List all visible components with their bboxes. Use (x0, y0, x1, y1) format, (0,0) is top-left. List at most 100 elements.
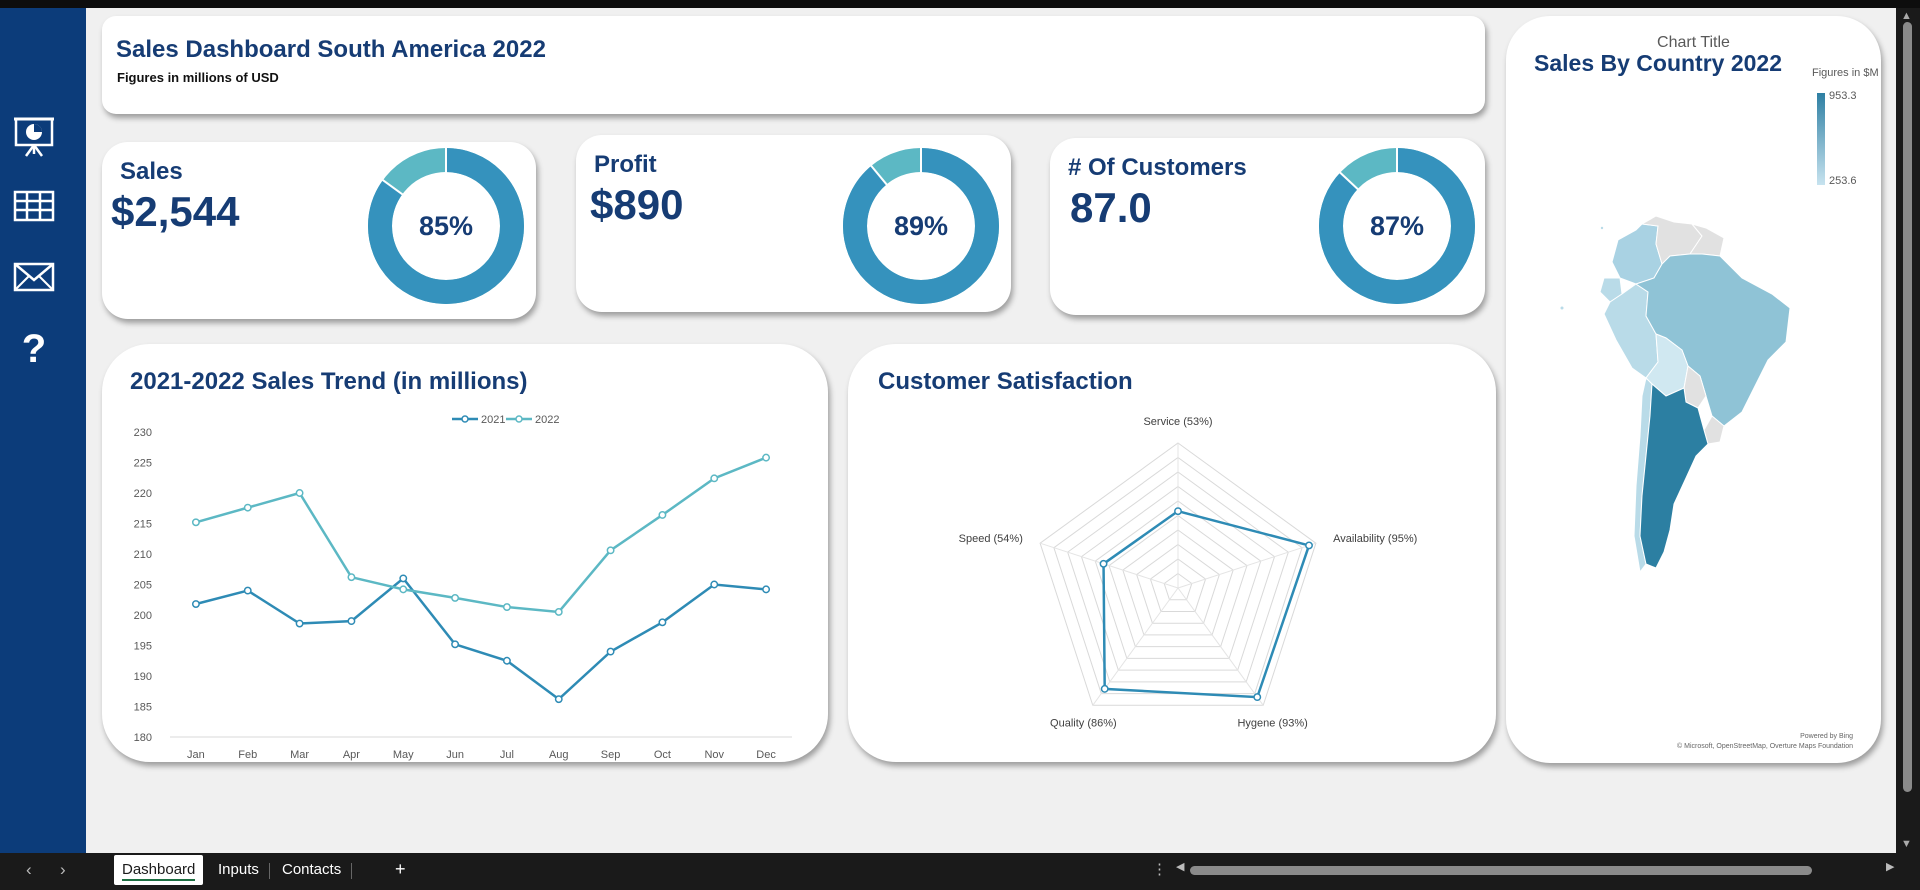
help-icon[interactable]: ? (13, 326, 55, 371)
sales-trend-chart: 180 185 190 195 200 205 210 215 220 225 230 Jan Feb M… (134, 414, 792, 761)
x-tick-label: Feb (238, 749, 257, 761)
y-tick-label: 190 (134, 671, 152, 683)
radar-axis-label: Hygene (93%) (1237, 717, 1307, 729)
scroll-up-icon[interactable]: ▲ (1901, 10, 1912, 22)
kpi-value: 87.0 (1070, 184, 1152, 231)
presentation-icon[interactable] (13, 116, 55, 158)
radar-point (1253, 693, 1262, 702)
radar-point (1305, 541, 1313, 550)
x-tick-label: Oct (654, 749, 671, 761)
y-tick-label: 180 (134, 732, 152, 744)
series-line-2022 (195, 456, 767, 614)
data-point (347, 573, 356, 582)
y-tick-label: 200 (134, 610, 152, 622)
kpi-card-customers: # Of Customers 87.0 87% (1050, 138, 1485, 315)
map-region-colombia (1611, 223, 1663, 285)
hscroll-right-icon[interactable]: ▶ (1886, 860, 1894, 873)
data-point (451, 640, 460, 649)
data-point (762, 585, 771, 594)
south-america-map (1560, 215, 1791, 574)
data-point (606, 647, 615, 656)
kpi-percent: 85% (418, 211, 474, 241)
hscroll-left-icon[interactable]: ◀ (1176, 860, 1184, 873)
mail-icon[interactable] (13, 256, 55, 298)
data-point (606, 546, 615, 555)
series-line-2021 (195, 576, 767, 701)
tab-label: Inputs (218, 861, 259, 878)
svg-text:?: ? (22, 327, 46, 368)
data-point (554, 695, 563, 704)
tab-label: Contacts (282, 861, 342, 878)
y-tick-label: 215 (134, 519, 152, 531)
y-tick-label: 185 (134, 702, 152, 714)
active-tab-underline (122, 879, 196, 881)
horizontal-scrollbar-thumb[interactable] (1190, 866, 1812, 875)
x-tick-label: Sep (601, 749, 621, 761)
map-credit-sources: © Microsoft, OpenStreetMap, Overture Map… (1677, 743, 1853, 750)
y-tick-label: 205 (134, 580, 152, 592)
legend-label: 2021 (481, 414, 505, 426)
map-credit-bing: Powered by Bing (1800, 733, 1853, 740)
x-tick-label: Mar (290, 749, 309, 761)
x-tick-label: Aug (549, 749, 569, 761)
more-options-icon[interactable]: ⋮ (1152, 860, 1167, 878)
radar-point (1099, 559, 1108, 568)
map-region-galapagos (1560, 306, 1564, 310)
sheet-tab-bar: ‹ › Dashboard Inputs Contacts + ⋮ ◀ ▶ (0, 853, 1920, 890)
data-point (347, 617, 356, 626)
tab-inputs[interactable]: Inputs (210, 855, 267, 885)
customer-satisfaction-card: Customer Satisfaction Service (53%) Avail… (848, 344, 1496, 762)
legend-marker (515, 415, 523, 423)
title-card: Sales Dashboard South America 2022 Figur… (102, 16, 1485, 114)
tab-contacts[interactable]: Contacts (274, 855, 349, 885)
data-point (554, 608, 563, 616)
kpi-label: Profit (594, 151, 657, 178)
data-point (399, 585, 408, 594)
kpi-value: $890 (590, 181, 684, 228)
map-region-argentina (1639, 382, 1709, 569)
customer-satisfaction-chart: Service (53%) Availability (95%) Hygene (9… (959, 416, 1418, 729)
data-point (243, 503, 252, 512)
add-sheet-button[interactable]: + (387, 853, 414, 883)
radar-point (1174, 507, 1182, 516)
kpi-label: Sales (120, 158, 183, 185)
x-tick-label: Dec (756, 749, 776, 761)
tab-label: Dashboard (122, 861, 196, 878)
horizontal-scrollbar[interactable]: ◀ ▶ (1176, 860, 1898, 878)
tab-divider (351, 863, 352, 879)
data-point (710, 580, 719, 589)
tab-scroll-right-icon[interactable]: › (60, 860, 66, 880)
kpi-card-sales: Sales $2,544 85% (102, 142, 536, 319)
page-title: Sales Dashboard South America 2022 (116, 36, 546, 63)
kpi-value: $2,544 (111, 188, 240, 235)
x-tick-label: Jul (500, 749, 514, 761)
legend-marker (461, 415, 469, 423)
dashboard-sheet: Sales Dashboard South America 2022 Figur… (86, 8, 1896, 853)
vertical-scrollbar[interactable]: ▲ ▼ (1896, 8, 1920, 853)
tab-scroll-left-icon[interactable]: ‹ (26, 860, 32, 880)
x-tick-label: May (393, 749, 414, 761)
y-tick-label: 225 (134, 458, 152, 470)
y-tick-label: 220 (134, 488, 152, 500)
data-point (191, 518, 200, 527)
data-point (710, 474, 719, 483)
x-tick-label: Jan (187, 749, 205, 761)
data-point (191, 600, 200, 608)
sidebar: ? (0, 8, 86, 853)
data-point (502, 603, 511, 612)
vertical-scrollbar-thumb[interactable] (1903, 22, 1912, 792)
window-top-edge (0, 0, 1920, 8)
x-tick-label: Apr (343, 749, 360, 761)
table-icon[interactable] (13, 186, 55, 228)
x-tick-label: Nov (704, 749, 724, 761)
page-subtitle: Figures in millions of USD (117, 70, 279, 85)
kpi-card-profit: Profit $890 89% (576, 135, 1011, 312)
radar-axis-label: Quality (86%) (1050, 717, 1117, 729)
data-point (295, 489, 304, 497)
data-point (399, 574, 408, 583)
scroll-down-icon[interactable]: ▼ (1901, 838, 1912, 850)
data-point (295, 619, 304, 628)
data-point (451, 593, 460, 602)
tab-dashboard[interactable]: Dashboard (114, 855, 204, 885)
y-tick-label: 230 (134, 427, 152, 439)
